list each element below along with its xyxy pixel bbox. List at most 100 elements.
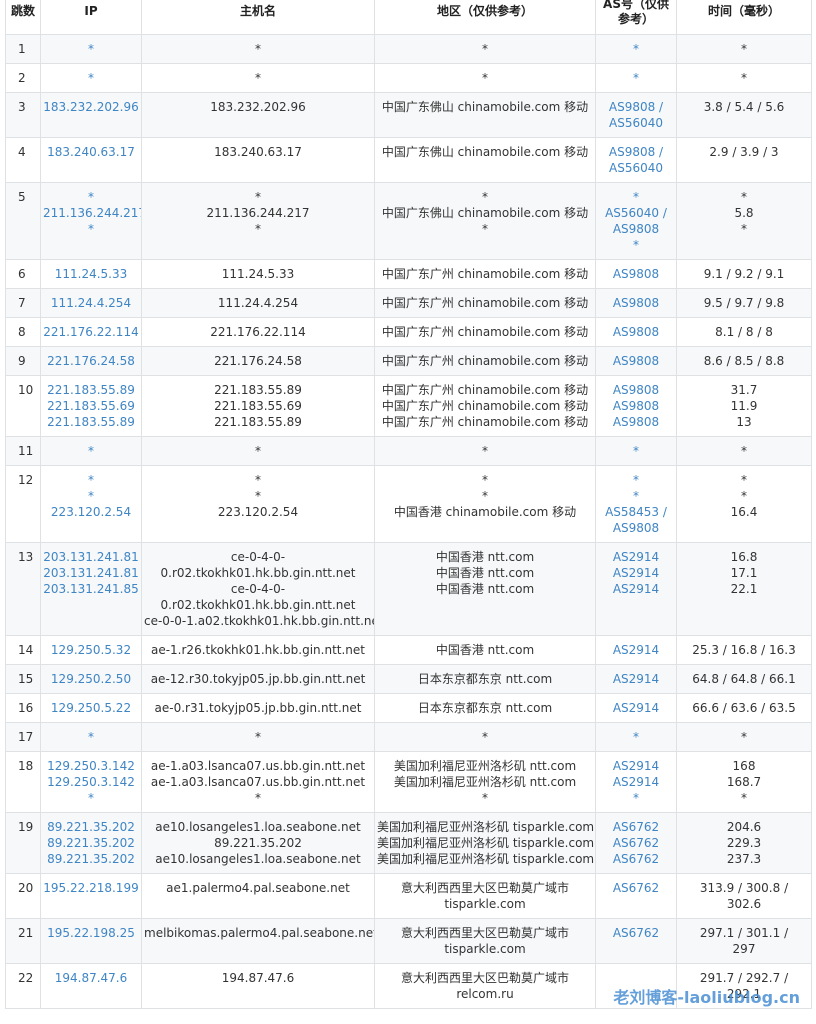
ip-address[interactable]: 194.87.47.6 [43, 970, 139, 986]
hop-cell: 2 [5, 63, 41, 93]
as-number[interactable]: AS56040 [598, 115, 674, 131]
ip-address[interactable]: 195.22.218.199 [43, 880, 139, 896]
ip-address[interactable]: 129.250.5.32 [43, 642, 139, 658]
ip-address[interactable]: 89.221.35.202 [43, 851, 139, 867]
as-number[interactable]: AS6762 [598, 925, 674, 941]
as-number[interactable]: AS9808 [598, 324, 674, 340]
region-text: 中国香港 ntt.com [435, 582, 535, 596]
ip-address[interactable]: 89.221.35.202 [43, 835, 139, 851]
region-text: 美国加利福尼亚州洛杉矶 ntt.com [393, 759, 577, 773]
ip-address[interactable]: 211.136.244.217 [43, 205, 141, 221]
as-number[interactable]: AS2914 [598, 565, 674, 581]
as-cell: AS6762 [595, 873, 677, 919]
ip-address[interactable]: 203.131.241.81 [43, 565, 139, 581]
hop-cell: 20 [5, 873, 41, 919]
ip-address[interactable]: 221.176.24.58 [43, 353, 139, 369]
region-text: 美国加利福尼亚州洛杉矶 tisparkle.com [377, 820, 595, 834]
ip-address[interactable]: 111.24.4.254 [43, 295, 139, 311]
as-number[interactable]: AS2914 [598, 581, 674, 597]
as-number: * [633, 238, 639, 252]
ip-cell: 129.250.5.22 [40, 693, 142, 723]
ip-cell: 221.183.55.89 221.183.55.69 221.183.55.89 [40, 375, 142, 437]
time-cell: * [676, 63, 812, 93]
as-number[interactable]: AS6762 [598, 819, 674, 835]
ip-cell: 195.22.218.199 [40, 873, 142, 919]
ip-address: * [88, 71, 94, 85]
hostname-cell: * [141, 436, 375, 466]
watermark: 老刘博客-laoliublog.cn [613, 988, 800, 1007]
ip-address[interactable]: 111.24.5.33 [43, 266, 139, 282]
ip-address[interactable]: 221.183.55.69 [43, 398, 139, 414]
ip-cell: 111.24.5.33 [40, 259, 142, 289]
as-number[interactable]: AS2914 [598, 758, 674, 774]
as-number[interactable]: AS56040 / [598, 205, 674, 221]
hop-cell: 1 [5, 34, 41, 64]
ip-address[interactable]: 195.22.198.25 [43, 925, 139, 941]
as-number[interactable]: AS9808 [598, 398, 674, 414]
as-number[interactable]: AS56040 [598, 160, 674, 176]
region-text: * [482, 473, 488, 487]
region-cell: 中国香港 ntt.com [374, 635, 596, 665]
hostname: 183.240.63.17 [214, 145, 302, 159]
as-number[interactable]: AS9808 [598, 382, 674, 398]
as-number: * [633, 71, 639, 85]
ip-address[interactable]: 221.183.55.89 [43, 414, 139, 430]
as-cell: AS2914 [595, 693, 677, 723]
as-number[interactable]: AS6762 [598, 835, 674, 851]
ip-address[interactable]: 221.176.22.114 [43, 324, 139, 340]
ip-address[interactable]: 129.250.3.142 [43, 774, 139, 790]
as-cell: * [595, 63, 677, 93]
hop-cell: 13 [5, 542, 41, 636]
ip-cell: 129.250.5.32 [40, 635, 142, 665]
region-cell: 中国广东佛山 chinamobile.com 移动 [374, 137, 596, 183]
ip-address[interactable]: 183.240.63.17 [43, 144, 139, 160]
as-number[interactable]: AS9808 [598, 414, 674, 430]
table-row: 20 195.22.218.199 ae1.palermo4.pal.seabone… [5, 873, 812, 919]
ip-address[interactable]: 223.120.2.54 [43, 504, 139, 520]
latency-value: 2.9 / 3.9 / 3 [709, 145, 779, 159]
time-cell: 204.6 229.3 237.3 [676, 812, 812, 874]
hostname: * [255, 190, 261, 204]
ip-cell: 195.22.198.25 [40, 918, 142, 964]
header-hop: 跳数 [5, 0, 41, 35]
table-row: 16 129.250.5.22 ae-0.r31.tokyjp05.jp.bb.gi… [5, 693, 812, 723]
ip-address[interactable]: 203.131.241.81 [43, 549, 139, 565]
as-number[interactable]: AS9808 / [598, 99, 674, 115]
ip-address[interactable]: 221.183.55.89 [43, 382, 139, 398]
ip-cell: * * 223.120.2.54 [40, 465, 142, 543]
header-row: 跳数 IP 主机名 地区（仅供参考） AS号（仅供参考） 时间（毫秒） [5, 0, 812, 35]
ip-cell: 89.221.35.202 89.221.35.202 89.221.35.202 [40, 812, 142, 874]
hostname-cell: melbikomas.palermo4.pal.seabone.net [141, 918, 375, 964]
as-number[interactable]: AS58453 / [598, 504, 674, 520]
as-number[interactable]: AS2914 [598, 642, 674, 658]
as-number[interactable]: AS9808 [598, 353, 674, 369]
hop-cell: 19 [5, 812, 41, 874]
as-number[interactable]: AS9808 [598, 520, 674, 536]
ip-cell: 183.232.202.96 [40, 92, 142, 138]
as-number[interactable]: AS9808 [598, 221, 674, 237]
ip-address[interactable]: 183.232.202.96 [43, 99, 139, 115]
as-number[interactable]: AS2914 [598, 549, 674, 565]
as-number[interactable]: AS2914 [598, 700, 674, 716]
as-number[interactable]: AS6762 [598, 851, 674, 867]
region-text: 中国广东佛山 chinamobile.com 移动 [381, 206, 589, 220]
ip-address[interactable]: 129.250.5.22 [43, 700, 139, 716]
region-text: tisparkle.com [444, 942, 526, 956]
region-cell: 中国广东佛山 chinamobile.com 移动 [374, 92, 596, 138]
ip-address[interactable]: 89.221.35.202 [43, 819, 139, 835]
as-number[interactable]: AS9808 [598, 295, 674, 311]
as-number[interactable]: AS9808 [598, 266, 674, 282]
region-cell: 中国广东广州 chinamobile.com 移动 [374, 259, 596, 289]
as-cell: AS9808 [595, 288, 677, 318]
as-number[interactable]: AS9808 / [598, 144, 674, 160]
as-cell: AS9808 /AS56040 [595, 137, 677, 183]
latency-value: 9.5 / 9.7 / 9.8 [703, 296, 785, 310]
ip-address[interactable]: 203.131.241.85 [43, 581, 139, 597]
as-number[interactable]: AS6762 [598, 880, 674, 896]
table-row: 12 * * 223.120.2.54 * * 223.120.2.54 * * 中国香港 chi… [5, 465, 812, 543]
hop-cell: 4 [5, 137, 41, 183]
ip-address[interactable]: 129.250.2.50 [43, 671, 139, 687]
as-number[interactable]: AS2914 [598, 671, 674, 687]
ip-address[interactable]: 129.250.3.142 [43, 758, 139, 774]
as-number[interactable]: AS2914 [598, 774, 674, 790]
